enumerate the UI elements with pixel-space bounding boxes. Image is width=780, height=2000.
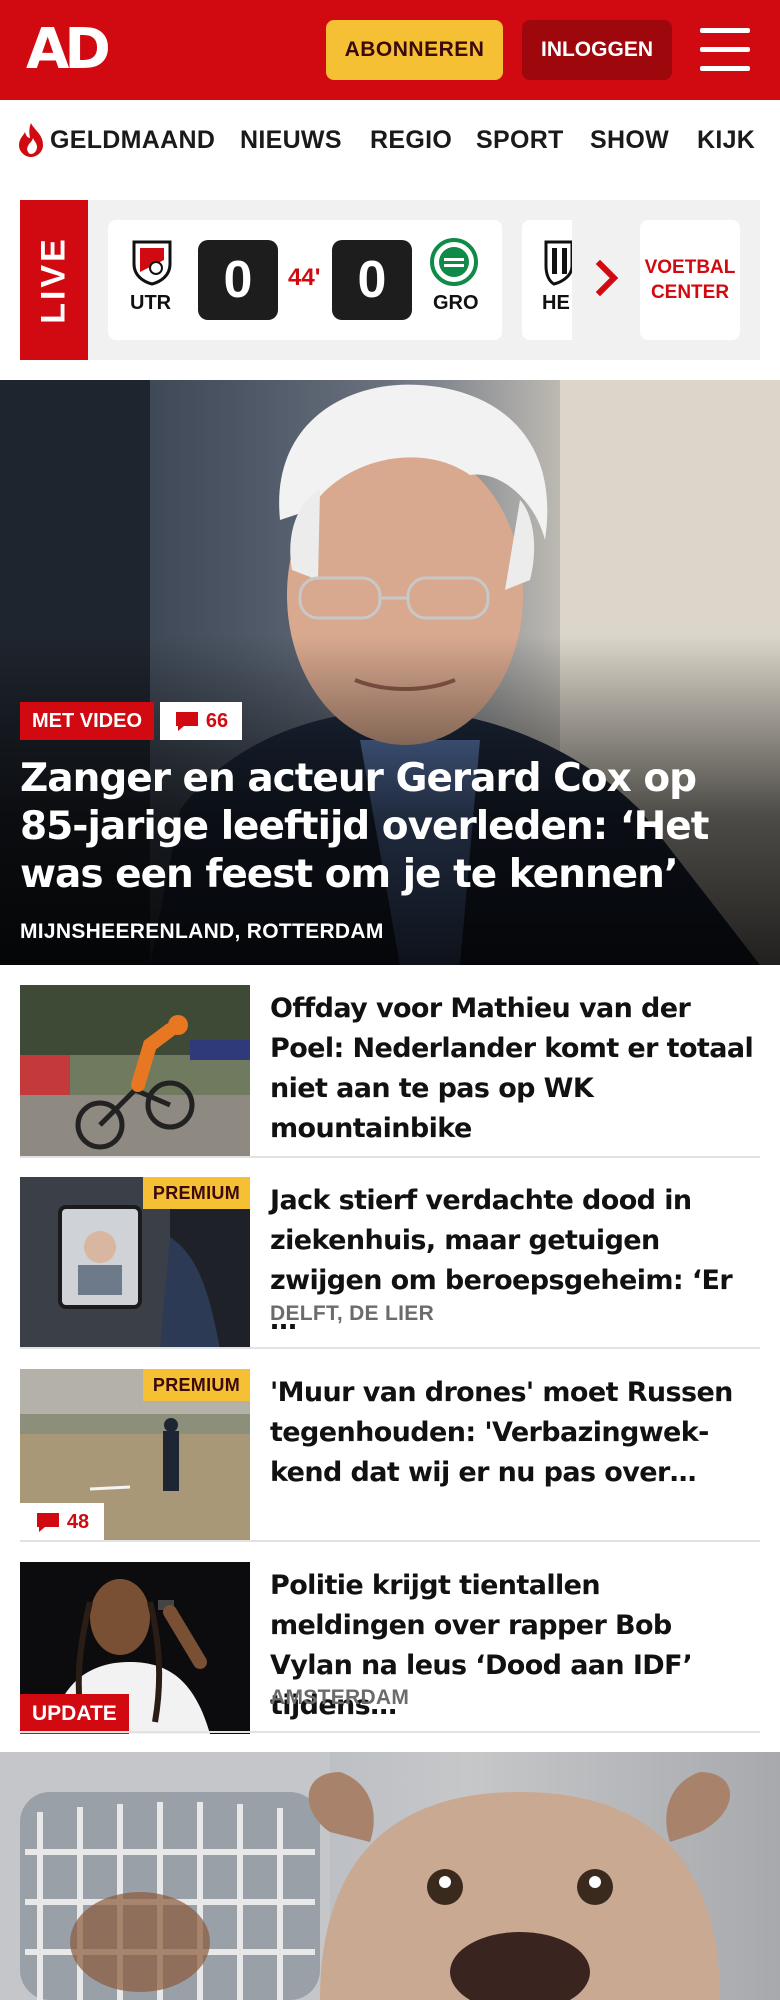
next-match-card[interactable]: HE	[522, 220, 572, 340]
hero-headline[interactable]: Zanger en acteur Gerard Cox op 85-jarige…	[20, 755, 760, 899]
article-thumbnail: UPDATE	[20, 1562, 250, 1734]
ad-logo[interactable]: AD	[26, 20, 111, 80]
voetbal-center-button[interactable]: VOETBAL CENTER	[640, 220, 740, 340]
divider	[20, 1156, 760, 1158]
article-item[interactable]: PREMIUM 48 'Muur van drones' moet Russen…	[20, 1369, 760, 1561]
heracles-logo-icon	[544, 240, 572, 286]
match-minute: 44'	[288, 264, 321, 291]
subscribe-button[interactable]: ABONNEREN	[326, 20, 503, 80]
comment-icon	[36, 1513, 59, 1532]
article-item[interactable]: PREMIUM Jack stierf verdachte dood in zi…	[20, 1177, 760, 1369]
nav-item-nieuws[interactable]: NIEUWS	[240, 126, 342, 155]
article-thumbnail	[20, 985, 250, 1157]
article-item[interactable]: Offday voor Mathieu van der Poel: Nederl…	[20, 985, 760, 1177]
match-card[interactable]: UTR 0 44' 0 GRO	[108, 220, 502, 340]
nav-item-sport[interactable]: SPORT	[476, 126, 564, 155]
article-location: AMSTERDAM	[270, 1686, 410, 1709]
fc-utrecht-logo-icon	[132, 240, 172, 286]
article-item[interactable]: UPDATE Politie krijgt tientallen melding…	[20, 1562, 760, 1754]
nav-item-regio[interactable]: REGIO	[370, 126, 452, 155]
article-location: DELFT, DE LIER	[270, 1302, 435, 1325]
chevron-right-icon[interactable]	[592, 258, 624, 298]
home-team-code: UTR	[130, 292, 172, 314]
article-title[interactable]: 'Muur van drones' moet Russen tegenhoude…	[270, 1373, 760, 1493]
login-button[interactable]: INLOGGEN	[522, 20, 672, 80]
home-score: 0	[198, 240, 278, 320]
away-team-code: GRO	[433, 292, 479, 314]
divider	[20, 1347, 760, 1349]
divider	[20, 1731, 760, 1733]
site-header: AD ABONNEREN INLOGGEN	[0, 0, 780, 100]
article-thumbnail: PREMIUM	[20, 1177, 250, 1349]
divider	[20, 1540, 760, 1542]
comment-icon	[175, 712, 198, 731]
article-thumbnail: PREMIUM 48	[20, 1369, 250, 1541]
nav-item-geldmaand[interactable]: GELDMAAND	[50, 126, 215, 155]
live-label: LIVE	[20, 200, 88, 360]
hamburger-icon[interactable]	[700, 28, 750, 72]
next-home-team-code: HE	[542, 292, 570, 314]
article-title[interactable]: Offday voor Mathieu van der Poel: Nederl…	[270, 989, 760, 1149]
premium-badge: PREMIUM	[142, 1177, 250, 1209]
dog-photo	[0, 1752, 730, 2000]
fc-groningen-logo-icon	[430, 238, 478, 286]
away-score: 0	[332, 240, 412, 320]
hero-location: MIJNSHEERENLAND, ROTTERDAM	[20, 920, 384, 943]
nav-item-kijk[interactable]: KIJK	[697, 126, 755, 155]
update-badge: UPDATE	[20, 1694, 129, 1734]
premium-badge: PREMIUM	[142, 1369, 250, 1401]
nav-item-show[interactable]: SHOW	[590, 126, 669, 155]
main-nav: GELDMAAND NIEUWS REGIO SPORT SHOW KIJK	[0, 100, 780, 180]
comment-count-badge[interactable]: 66	[160, 702, 242, 740]
next-article-image[interactable]	[0, 1752, 780, 2000]
comment-count-badge[interactable]: 48	[20, 1503, 104, 1541]
video-badge: MET VIDEO	[20, 702, 155, 740]
flame-icon	[19, 123, 43, 157]
